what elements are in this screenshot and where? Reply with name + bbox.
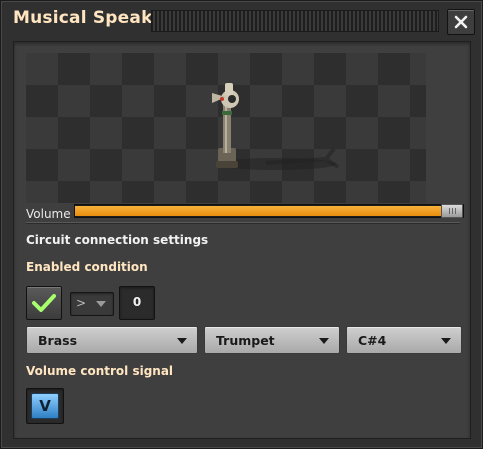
sound-dropdown[interactable]: Trumpet (204, 326, 340, 354)
speaker-window: Musical Speaker Volume Circuit connectio… (0, 0, 483, 449)
condition-signal-button[interactable] (26, 286, 62, 320)
instrument-value: Brass (38, 333, 78, 348)
volume-signal-label: Volume control signal (26, 364, 174, 378)
note-dropdown[interactable]: C#4 (346, 326, 462, 354)
constant-input[interactable]: 0 (119, 286, 155, 320)
volume-slider-fill (75, 206, 443, 216)
window-title: Musical Speaker (13, 8, 173, 28)
volume-label: Volume (26, 207, 71, 221)
chevron-down-icon (96, 301, 106, 307)
signal-v-icon: V (31, 393, 59, 419)
check-icon (32, 294, 56, 312)
circuit-settings-title: Circuit connection settings (26, 233, 209, 247)
constant-value: 0 (132, 295, 142, 309)
sound-value: Trumpet (216, 333, 275, 348)
note-value: C#4 (358, 333, 387, 348)
divider (26, 222, 460, 224)
chevron-down-icon (177, 338, 187, 344)
content-panel: Volume Circuit connection settings Enabl… (13, 41, 471, 439)
volume-signal-button[interactable]: V (26, 388, 64, 424)
chevron-down-icon (441, 338, 451, 344)
title-bar[interactable]: Musical Speaker (1, 1, 482, 39)
speaker-sprite (212, 83, 340, 170)
signal-letter: V (39, 397, 51, 415)
instrument-dropdown[interactable]: Brass (26, 326, 198, 354)
comparator-select[interactable]: > (70, 292, 114, 316)
close-icon (454, 15, 468, 29)
enabled-condition-label: Enabled condition (26, 260, 148, 274)
drag-handle[interactable] (151, 10, 439, 32)
comparator-value: > (76, 296, 87, 310)
volume-slider[interactable] (74, 204, 464, 218)
close-button[interactable] (447, 9, 475, 35)
chevron-down-icon (319, 338, 329, 344)
entity-preview (26, 53, 426, 203)
volume-slider-handle[interactable] (441, 204, 463, 218)
